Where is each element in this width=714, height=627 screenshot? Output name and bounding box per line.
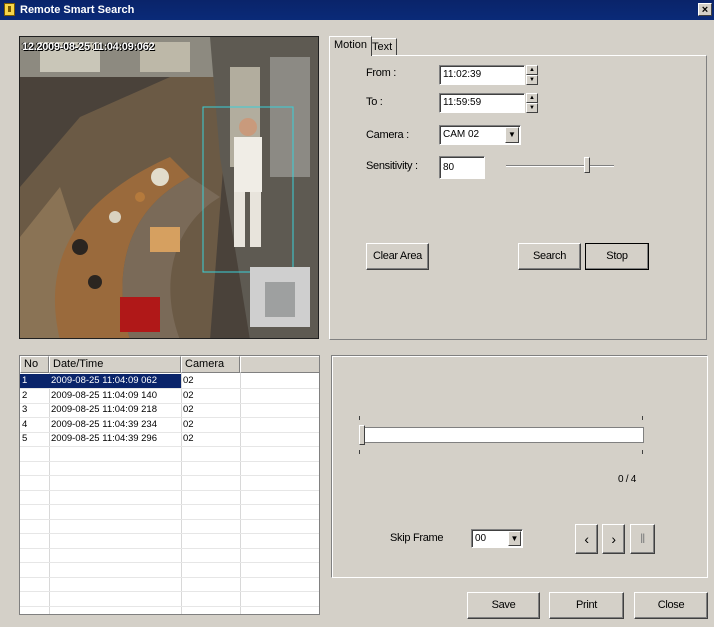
table-cell-datetime: 2009-08-25 11:04:39 234 — [51, 418, 157, 430]
playback-tick-start — [359, 416, 360, 420]
grid-line — [20, 533, 319, 534]
search-button[interactable]: Search — [518, 243, 581, 270]
video-timestamp-overlay: 12.2009-08-25 11:04:09:062 — [22, 41, 155, 53]
table-cell-camera: 02 — [183, 375, 194, 386]
skip-frame-label: Skip Frame — [390, 532, 444, 544]
grid-line — [20, 504, 319, 505]
video-preview[interactable]: 12.2009-08-25 11:04:09:062 — [19, 36, 319, 339]
table-row[interactable]: 4 2009-08-25 11:04:39 234 02 — [20, 418, 319, 432]
title-bar: Remote Smart Search × — [0, 0, 714, 20]
grid-line — [20, 489, 319, 491]
skip-frame-value: 00 — [475, 533, 487, 544]
sensitivity-input[interactable]: 80 — [439, 156, 485, 179]
table-cell-camera: 02 — [183, 433, 194, 444]
to-time-spinner[interactable]: ▲ ▼ — [526, 93, 538, 113]
table-cell-no: 5 — [22, 433, 28, 444]
table-row[interactable]: 2 2009-08-25 11:04:09 140 02 — [20, 389, 319, 403]
motion-search-panel: From : 11:02:39 ▲ ▼ To : 11:59:59 ▲ ▼ Ca… — [329, 55, 707, 340]
video-frame-image — [20, 37, 318, 338]
table-row[interactable]: 1 2009-08-25 11:04:09 062 02 — [20, 374, 319, 388]
playback-tick-end-bottom — [642, 450, 643, 454]
spin-down-icon[interactable]: ▼ — [526, 75, 538, 85]
table-cell-datetime: 2009-08-25 11:04:09 140 — [51, 389, 157, 401]
app-icon — [4, 3, 15, 16]
table-cell-camera: 02 — [183, 389, 194, 401]
window-close-button[interactable]: × — [698, 3, 712, 16]
column-header-camera[interactable]: Camera — [181, 356, 240, 373]
from-label: From : — [366, 67, 396, 79]
clear-area-button[interactable]: Clear Area — [366, 243, 429, 270]
table-cell-no: 4 — [22, 418, 28, 430]
next-frame-button[interactable]: › — [602, 524, 625, 554]
column-header-blank — [240, 356, 319, 373]
results-list[interactable]: No Date/Time Camera 1 2009-08-25 11:04:09… — [19, 355, 320, 615]
grid-line — [20, 591, 319, 592]
camera-label: Camera : — [366, 129, 409, 141]
print-button[interactable]: Print — [549, 592, 624, 619]
prev-frame-button[interactable]: ‹ — [575, 524, 598, 554]
camera-select-value: CAM 02 — [443, 129, 480, 140]
pause-icon: ‖ — [639, 531, 646, 546]
chevron-down-icon[interactable]: ▼ — [508, 531, 521, 546]
playback-tick-start-bottom — [359, 450, 360, 454]
grid-line — [20, 518, 319, 520]
grid-line — [20, 576, 319, 578]
table-row[interactable]: 3 2009-08-25 11:04:09 218 02 — [20, 403, 319, 417]
spin-up-icon[interactable]: ▲ — [526, 93, 538, 103]
column-header-datetime[interactable]: Date/Time — [49, 356, 181, 373]
sensitivity-label: Sensitivity : — [366, 160, 418, 172]
grid-line — [20, 562, 319, 563]
chevron-down-icon[interactable]: ▼ — [505, 127, 519, 143]
tab-motion[interactable]: Motion — [329, 36, 373, 56]
results-list-header: No Date/Time Camera — [20, 356, 319, 373]
table-cell-datetime: 2009-08-25 11:04:09 218 — [51, 404, 157, 415]
table-cell-datetime: 2009-08-25 11:04:39 296 — [51, 433, 157, 444]
playback-slider-track[interactable] — [359, 427, 644, 443]
stop-button[interactable]: Stop — [585, 243, 649, 270]
from-time-spinner[interactable]: ▲ ▼ — [526, 65, 538, 85]
window-title: Remote Smart Search — [20, 4, 135, 16]
sensitivity-slider-thumb[interactable] — [584, 157, 590, 173]
table-row[interactable]: 5 2009-08-25 11:04:39 296 02 — [20, 432, 319, 446]
save-button[interactable]: Save — [467, 592, 540, 619]
spin-up-icon[interactable]: ▲ — [526, 65, 538, 75]
pause-button[interactable]: ‖ — [630, 524, 655, 554]
grid-line — [20, 605, 319, 607]
grid-line — [20, 547, 319, 549]
table-cell-camera: 02 — [183, 404, 194, 415]
from-time-input[interactable]: 11:02:39 — [439, 65, 525, 85]
table-cell-camera: 02 — [183, 418, 194, 430]
playback-slider-thumb[interactable] — [359, 425, 365, 445]
column-header-no[interactable]: No — [20, 356, 49, 373]
playback-tick-end — [642, 416, 643, 420]
chevron-left-icon: ‹ — [584, 531, 589, 547]
grid-line — [20, 475, 319, 476]
grid-line — [20, 446, 319, 447]
table-cell-no: 3 — [22, 404, 28, 415]
close-button[interactable]: Close — [634, 592, 708, 619]
chevron-right-icon: › — [611, 531, 616, 547]
grid-line — [20, 460, 319, 462]
to-label: To : — [366, 96, 383, 108]
table-cell-no: 1 — [20, 374, 49, 388]
spin-down-icon[interactable]: ▼ — [526, 103, 538, 113]
table-cell-no: 2 — [22, 389, 28, 401]
playback-panel: 0 / 4 Skip Frame 00 ▼ ‹ › ‖ — [331, 355, 708, 578]
sensitivity-slider-track[interactable] — [506, 165, 614, 167]
playback-position-text: 0 / 4 — [618, 474, 636, 485]
to-time-input[interactable]: 11:59:59 — [439, 93, 525, 113]
table-cell-datetime: 2009-08-25 11:04:09 062 — [49, 374, 181, 388]
